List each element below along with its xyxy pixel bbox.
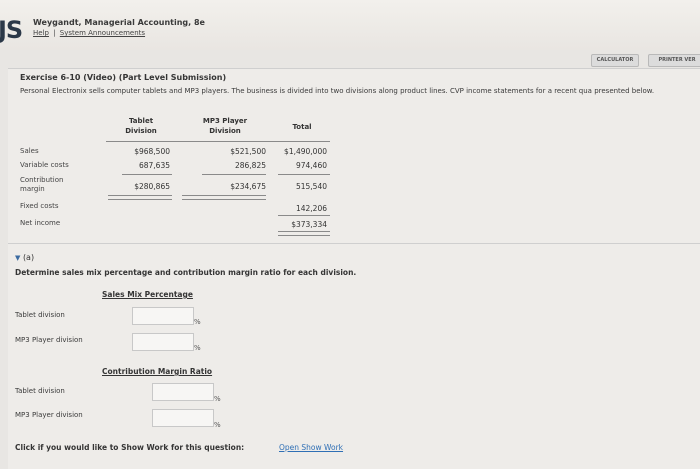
system-announcements-link[interactable]: System Announcements xyxy=(60,29,145,37)
cell-varcost-total: 974,460 xyxy=(295,161,327,170)
cell-cm-total: 515,540 xyxy=(295,182,327,191)
rule-fixed-total xyxy=(278,215,330,216)
header-tablet-division: Tablet Division xyxy=(125,117,157,135)
row-label-sales: Sales xyxy=(20,147,39,155)
sales-mix-tablet-label: Tablet division xyxy=(15,311,65,319)
logo: JS xyxy=(0,16,23,44)
section-divider xyxy=(8,243,700,244)
cm-ratio-mp3-unit: % xyxy=(214,421,221,429)
exercise-description: Personal Electronix sells computer table… xyxy=(20,87,655,95)
row-label-net-income: Net income xyxy=(20,219,61,227)
cm-ratio-tablet-label: Tablet division xyxy=(15,387,65,395)
cell-cm-mp3: $234,675 xyxy=(230,182,266,191)
cell-sales-tablet: $968,500 xyxy=(134,147,170,156)
app-header: JS Weygandt, Managerial Accounting, 8e H… xyxy=(0,0,700,50)
cm-ratio-heading: Contribution Margin Ratio xyxy=(102,367,213,376)
header-mp3-division: MP3 Player Division xyxy=(202,117,248,135)
header-total: Total xyxy=(292,123,312,131)
cvp-income-statement-table: Tablet Division MP3 Player Division Tota… xyxy=(20,116,330,236)
calculator-button[interactable]: CALCULATOR xyxy=(591,54,639,67)
header-links: Help | System Announcements xyxy=(33,29,145,37)
rule-tablet xyxy=(122,174,172,175)
cm-ratio-tablet-input[interactable] xyxy=(152,383,214,401)
rule-mp3 xyxy=(202,174,266,175)
double-rule-netincome xyxy=(278,231,330,236)
part-a-instruction: Determine sales mix percentage and contr… xyxy=(15,268,357,277)
cm-ratio-mp3-label: MP3 Player division xyxy=(15,411,83,419)
open-show-work-link[interactable]: Open Show Work xyxy=(279,443,343,452)
header-rule xyxy=(106,141,330,142)
rule-total xyxy=(278,174,330,175)
cm-ratio-tablet-unit: % xyxy=(214,395,221,403)
link-separator: | xyxy=(53,29,56,37)
sales-mix-mp3-input[interactable] xyxy=(132,333,194,351)
exercise-title: Exercise 6-10 (Video) (Part Level Submis… xyxy=(20,73,227,82)
cell-cm-tablet: $280,865 xyxy=(134,182,170,191)
row-label-variable-costs: Variable costs xyxy=(20,161,69,169)
collapse-triangle-icon: ▼ xyxy=(15,254,21,262)
cell-netincome-total: $373,334 xyxy=(291,220,327,229)
row-label-contribution-margin: Contribution margin xyxy=(20,176,64,193)
cm-ratio-mp3-input[interactable] xyxy=(152,409,214,427)
sales-mix-tablet-input[interactable] xyxy=(132,307,194,325)
cell-varcost-mp3: 286,825 xyxy=(234,161,266,170)
double-rule-mp3 xyxy=(182,195,266,200)
double-rule-tablet xyxy=(108,195,172,200)
cell-sales-mp3: $521,500 xyxy=(230,147,266,156)
help-link[interactable]: Help xyxy=(33,29,49,37)
row-label-fixed-costs: Fixed costs xyxy=(20,202,59,210)
sales-mix-mp3-label: MP3 Player division xyxy=(15,336,83,344)
cell-fixed-total: 142,206 xyxy=(295,204,327,213)
part-a-label: (a) xyxy=(22,253,35,262)
sales-mix-heading: Sales Mix Percentage xyxy=(102,290,193,299)
printer-version-button[interactable]: PRINTER VER xyxy=(648,54,700,67)
show-work-prompt: Click if you would like to Show Work for… xyxy=(15,443,245,452)
sales-mix-tablet-unit: % xyxy=(194,318,201,326)
cell-varcost-tablet: 687,635 xyxy=(138,161,170,170)
sales-mix-mp3-unit: % xyxy=(194,344,201,352)
cell-sales-total: $1,490,000 xyxy=(284,147,327,156)
part-a-toggle[interactable]: ▼ (a) xyxy=(15,253,34,262)
book-title: Weygandt, Managerial Accounting, 8e xyxy=(33,18,205,27)
